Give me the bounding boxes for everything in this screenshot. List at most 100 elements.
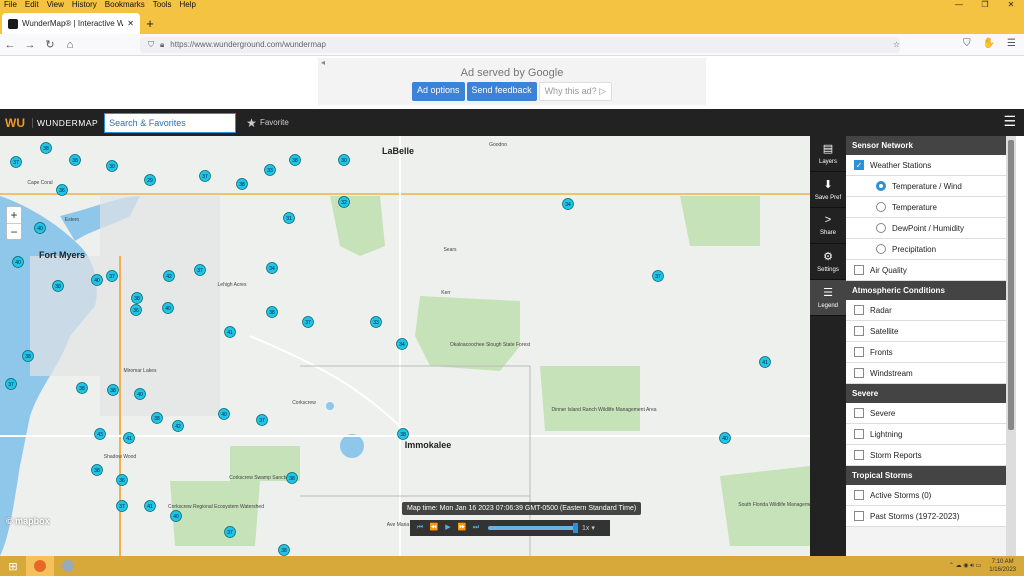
- radio-button[interactable]: [876, 202, 886, 212]
- weather-station-marker[interactable]: 38: [131, 292, 143, 304]
- play-icon[interactable]: ▶: [442, 522, 454, 534]
- weather-station-marker[interactable]: 40: [170, 510, 182, 522]
- layer-option[interactable]: Severe: [846, 403, 1006, 424]
- back-icon[interactable]: ←: [0, 39, 20, 51]
- paint-taskbar-icon[interactable]: [54, 556, 82, 576]
- menu-tools[interactable]: Tools: [153, 0, 172, 10]
- weather-station-marker[interactable]: 37: [194, 264, 206, 276]
- radio-button[interactable]: [876, 244, 886, 254]
- weather-station-marker[interactable]: 41: [123, 432, 135, 444]
- mapbox-attribution[interactable]: © mapbox: [6, 516, 50, 526]
- taskbar-clock[interactable]: 7:10 AM 1/16/2023: [989, 558, 1016, 574]
- weather-station-marker[interactable]: 40: [91, 274, 103, 286]
- weather-station-marker[interactable]: 34: [562, 198, 574, 210]
- layer-option[interactable]: DewPoint / Humidity: [846, 218, 1006, 239]
- close-tab-icon[interactable]: ✕: [127, 19, 134, 28]
- weather-station-marker[interactable]: 38: [40, 142, 52, 154]
- checkbox[interactable]: [854, 265, 864, 275]
- map-svg[interactable]: LaBelle Fort Myers Immokalee Okaloacoochee …: [0, 136, 810, 556]
- weather-station-marker[interactable]: 42: [163, 270, 175, 282]
- checkbox[interactable]: [854, 326, 864, 336]
- forward-icon[interactable]: →: [20, 39, 40, 51]
- layer-option[interactable]: Fronts: [846, 342, 1006, 363]
- weather-station-marker[interactable]: 38: [278, 544, 290, 556]
- ad-options-button[interactable]: Ad options: [411, 82, 465, 101]
- checkbox[interactable]: ✓: [854, 160, 864, 170]
- new-tab-button[interactable]: +: [140, 13, 160, 34]
- weather-station-marker[interactable]: 38: [236, 178, 248, 190]
- rewind-icon[interactable]: ⏪: [428, 522, 440, 534]
- weather-station-marker[interactable]: 29: [144, 174, 156, 186]
- weather-station-marker[interactable]: 38: [52, 280, 64, 292]
- weather-station-marker[interactable]: 38: [289, 154, 301, 166]
- home-icon[interactable]: ⌂: [60, 39, 80, 51]
- menu-help[interactable]: Help: [179, 0, 195, 10]
- url-bar[interactable]: ⛉ 🔒︎ https://www.wunderground.com/wunder…: [140, 36, 900, 53]
- weather-station-marker[interactable]: 40: [162, 302, 174, 314]
- menu-view[interactable]: View: [47, 0, 64, 10]
- weather-station-marker[interactable]: 33: [264, 164, 276, 176]
- checkbox[interactable]: [854, 450, 864, 460]
- layer-option[interactable]: Past Storms (1972-2023): [846, 506, 1006, 527]
- panel-tab-legend[interactable]: ☰ Legend: [810, 280, 846, 316]
- hamburger-menu-icon[interactable]: ☰: [1003, 113, 1016, 130]
- weather-station-marker[interactable]: 37: [224, 526, 236, 538]
- menu-bookmarks[interactable]: Bookmarks: [105, 0, 145, 10]
- checkbox[interactable]: [854, 368, 864, 378]
- weather-station-marker[interactable]: 38: [22, 350, 34, 362]
- panel-scroll-thumb[interactable]: [1008, 140, 1014, 430]
- weather-station-marker[interactable]: 38: [107, 384, 119, 396]
- weather-station-marker[interactable]: 36: [130, 304, 142, 316]
- layer-option[interactable]: Temperature: [846, 197, 1006, 218]
- weather-station-marker[interactable]: 31: [283, 212, 295, 224]
- weather-station-marker[interactable]: 34: [266, 262, 278, 274]
- time-slider-handle[interactable]: [573, 523, 578, 533]
- windows-start-icon[interactable]: ⊞: [0, 556, 26, 576]
- weather-station-marker[interactable]: 41: [144, 500, 156, 512]
- pocket-icon[interactable]: ⛉: [963, 38, 971, 49]
- layer-option[interactable]: Air Quality: [846, 260, 1006, 281]
- system-tray-icons[interactable]: ⌃ ☁ ◉ 🔊︎ ▭: [949, 562, 981, 570]
- menu-edit[interactable]: Edit: [25, 0, 39, 10]
- layer-option[interactable]: Temperature / Wind: [846, 176, 1006, 197]
- weather-station-marker[interactable]: 40: [134, 388, 146, 400]
- close-window-button[interactable]: ✕: [998, 0, 1024, 10]
- checkbox[interactable]: [854, 408, 864, 418]
- weather-station-marker[interactable]: 42: [172, 420, 184, 432]
- layer-option[interactable]: Radar: [846, 300, 1006, 321]
- weather-station-marker[interactable]: 37: [116, 500, 128, 512]
- checkbox[interactable]: [854, 305, 864, 315]
- why-this-ad-button[interactable]: Why this ad? ▷: [538, 82, 613, 101]
- weather-station-marker[interactable]: 40: [12, 256, 24, 268]
- send-feedback-button[interactable]: Send feedback: [466, 82, 537, 101]
- fast-forward-icon[interactable]: ⏩: [456, 522, 468, 534]
- menu-file[interactable]: File: [4, 0, 17, 10]
- layer-option[interactable]: Precipitation: [846, 239, 1006, 260]
- weather-station-marker[interactable]: 37: [302, 316, 314, 328]
- weather-station-marker[interactable]: 38: [266, 306, 278, 318]
- weather-station-marker[interactable]: 38: [397, 428, 409, 440]
- weather-station-marker[interactable]: 40: [719, 432, 731, 444]
- weather-station-marker[interactable]: 38: [286, 472, 298, 484]
- weather-station-marker[interactable]: 33: [370, 316, 382, 328]
- layer-option[interactable]: Storm Reports: [846, 445, 1006, 466]
- ad-close-icon[interactable]: ◂: [321, 58, 325, 67]
- minimize-button[interactable]: —: [946, 0, 972, 10]
- weather-station-marker[interactable]: 37: [652, 270, 664, 282]
- panel-scrollbar[interactable]: [1006, 136, 1016, 556]
- firefox-taskbar-icon[interactable]: [26, 556, 54, 576]
- weather-station-marker[interactable]: 37: [199, 170, 211, 182]
- checkbox[interactable]: [854, 490, 864, 500]
- weather-station-marker[interactable]: 38: [69, 154, 81, 166]
- skip-end-icon[interactable]: ⏭: [470, 522, 482, 534]
- layer-option[interactable]: Windstream: [846, 363, 1006, 384]
- weather-station-marker[interactable]: 38: [76, 382, 88, 394]
- weather-station-marker[interactable]: 37: [256, 414, 268, 426]
- panel-tab-settings[interactable]: ⚙ Settings: [810, 244, 846, 280]
- weather-station-marker[interactable]: 37: [106, 270, 118, 282]
- panel-tab-share[interactable]: > Share: [810, 208, 846, 244]
- zoom-out-button[interactable]: −: [7, 223, 21, 239]
- menu-history[interactable]: History: [72, 0, 97, 10]
- bookmark-star-icon[interactable]: ☆: [893, 40, 900, 49]
- weather-station-marker[interactable]: 38: [151, 412, 163, 424]
